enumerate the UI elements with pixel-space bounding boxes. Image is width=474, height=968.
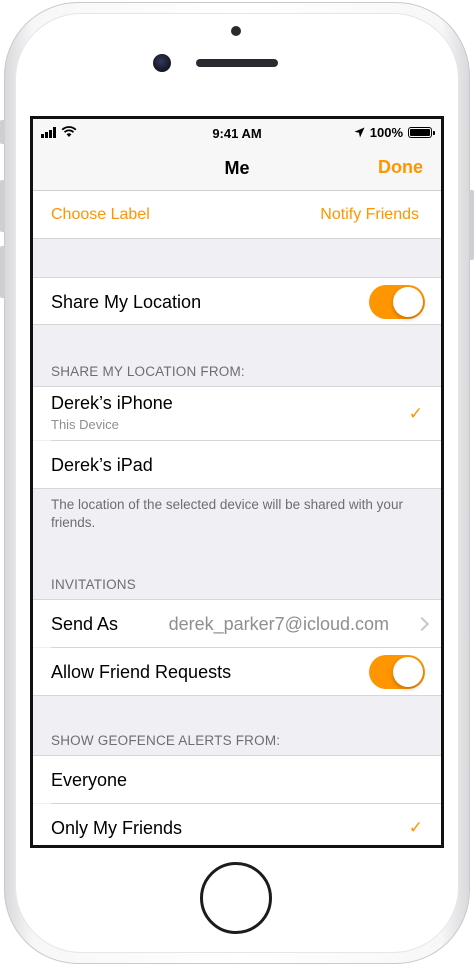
share-from-header: SHARE MY LOCATION FROM: xyxy=(51,364,245,379)
screen: 9:41 AM 100% Me Done Choose Label Notify… xyxy=(30,116,444,848)
front-camera xyxy=(153,54,171,72)
contact-actions-row: Choose Label Notify Friends xyxy=(33,191,441,239)
battery-icon xyxy=(408,127,435,138)
geofence-option-everyone[interactable]: Everyone xyxy=(33,755,441,803)
device-row-iphone[interactable]: Derek’s iPhone This Device ✓ xyxy=(33,386,441,440)
device-row-ipad[interactable]: Derek’s iPad xyxy=(33,441,441,489)
toggle-knob xyxy=(393,657,423,687)
allow-friend-requests-toggle[interactable] xyxy=(369,655,425,689)
checkmark-icon: ✓ xyxy=(408,818,423,837)
chevron-right-icon xyxy=(414,616,430,632)
geofence-header: SHOW GEOFENCE ALERTS FROM: xyxy=(51,733,281,748)
share-from-footer: The location of the selected device will… xyxy=(51,497,403,530)
option-label: Everyone xyxy=(51,770,128,790)
navigation-bar: Me Done xyxy=(33,147,441,191)
toggle-knob xyxy=(393,287,423,317)
device-name: Derek’s iPhone xyxy=(51,393,173,413)
share-my-location-row: Share My Location xyxy=(33,277,441,325)
power-button xyxy=(469,190,474,260)
done-button[interactable]: Done xyxy=(378,157,423,178)
send-as-label: Send As xyxy=(51,614,119,634)
choose-label-button[interactable]: Choose Label xyxy=(51,206,150,224)
device-subtitle: This Device xyxy=(51,417,119,432)
proximity-sensor xyxy=(231,26,241,36)
send-as-email: derek_parker7@icloud.com xyxy=(168,614,389,634)
volume-down-button xyxy=(0,246,5,298)
status-bar: 9:41 AM 100% xyxy=(33,119,441,147)
mute-switch xyxy=(0,120,5,144)
invitations-header: INVITATIONS xyxy=(51,577,136,592)
checkmark-icon: ✓ xyxy=(408,404,423,423)
share-my-location-label: Share My Location xyxy=(51,292,202,312)
notify-friends-button[interactable]: Notify Friends xyxy=(320,206,419,224)
volume-up-button xyxy=(0,180,5,232)
earpiece-speaker xyxy=(196,59,278,67)
send-as-row[interactable]: Send As derek_parker7@icloud.com xyxy=(33,599,441,647)
share-my-location-toggle[interactable] xyxy=(369,285,425,319)
location-arrow-icon xyxy=(354,127,365,138)
status-right: 100% xyxy=(354,125,435,140)
allow-friend-requests-row: Allow Friend Requests xyxy=(33,648,441,696)
device-name: Derek’s iPad xyxy=(51,455,153,475)
allow-friend-requests-label: Allow Friend Requests xyxy=(51,662,232,682)
option-label: Only My Friends xyxy=(51,818,183,838)
geofence-option-only-my-friends[interactable]: Only My Friends ✓ xyxy=(33,804,441,845)
battery-percent: 100% xyxy=(369,125,403,140)
home-button[interactable] xyxy=(200,862,272,934)
